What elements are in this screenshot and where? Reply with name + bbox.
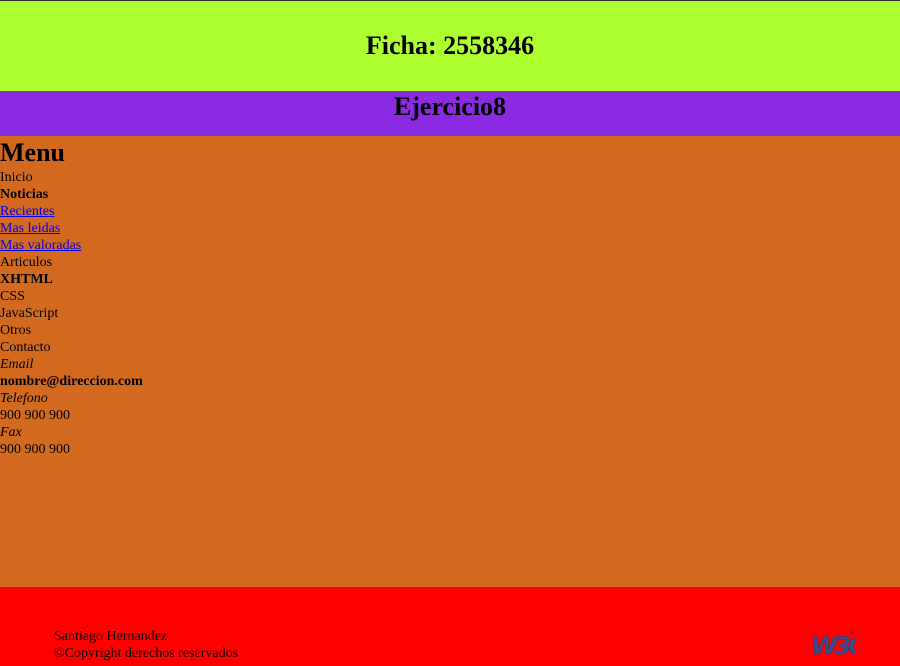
menu-item-javascript: JavaScript — [0, 306, 59, 321]
email-label: Email — [0, 357, 34, 372]
menu-section: Menu Inicio Noticias Recientes Mas leida… — [0, 137, 900, 587]
header-banner: Ficha: 2558346 — [0, 1, 900, 91]
subheader-banner: Ejercicio8 — [0, 91, 900, 136]
link-mas-valoradas[interactable]: Mas valoradas — [0, 238, 81, 253]
menu-item-contacto: Contacto — [0, 340, 51, 355]
link-recientes[interactable]: Recientes — [0, 204, 54, 219]
menu-title: Menu — [0, 138, 65, 167]
fax-value: 900 900 900 — [0, 442, 70, 457]
menu-heading-noticias: Noticias — [0, 187, 49, 202]
menu-heading-xhtml: XHTML — [0, 272, 53, 287]
exercise-title: Ejercicio8 — [393, 92, 507, 121]
page-title: Ficha: 2558346 — [365, 31, 535, 60]
footer-copyright: ©Copyright derechos reservados — [54, 646, 239, 661]
menu-item-articulos: Articulos — [0, 255, 53, 270]
footer-author: Santiago Hernandez — [54, 629, 168, 644]
page: Ficha: 2558346 Ejercicio8 Menu Inicio No… — [0, 0, 900, 666]
footer: Santiago Hernandez ©Copyright derechos r… — [0, 587, 900, 666]
footer-credits: Santiago Hernandez ©Copyright derechos r… — [54, 628, 238, 662]
telefono-label: Telefono — [0, 391, 48, 406]
menu-item-inicio: Inicio — [0, 170, 33, 185]
link-mas-leidas[interactable]: Mas leidas — [0, 221, 60, 236]
svg-text:®: ® — [849, 630, 855, 637]
menu-item-otros: Otros — [0, 323, 32, 338]
menu-item-css: CSS — [0, 289, 25, 304]
fax-label: Fax — [0, 425, 22, 440]
telefono-value: 900 900 900 — [0, 408, 70, 423]
email-value: nombre@direccion.com — [0, 374, 143, 389]
w3c-logo-icon[interactable]: W3C ® — [810, 627, 855, 659]
